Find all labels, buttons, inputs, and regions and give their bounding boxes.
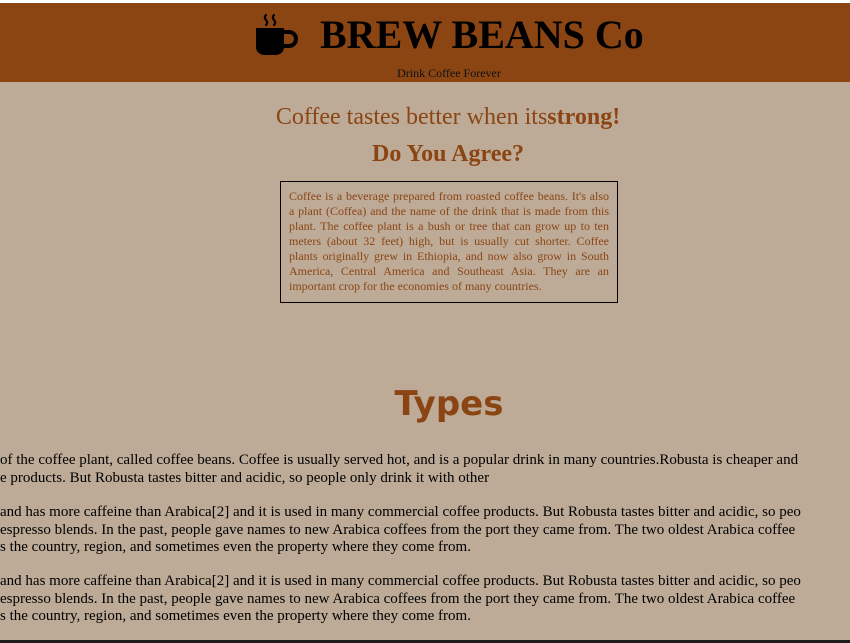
brand-title: BREW BEANS Co — [320, 12, 644, 57]
paragraph-line: and has more caffeine than Arabica[2] an… — [0, 573, 801, 589]
types-paragraph-2: and has more caffeine than Arabica[2] an… — [0, 504, 801, 557]
paragraph-line: of the coffee plant, called coffee beans… — [0, 452, 799, 468]
paragraph-line: espresso blends. In the past, people gav… — [0, 521, 796, 538]
paragraph-line: espresso blends. In the past, people gav… — [0, 590, 796, 607]
paragraph-line: s the country, region, and sometimes eve… — [0, 539, 471, 555]
paragraph-line: and has more caffeine than Arabica[2] an… — [0, 504, 801, 520]
brand: BREW BEANS Co — [252, 13, 644, 57]
tagline: Drink Coffee Forever — [397, 66, 501, 80]
paragraph-line: s the country, region, and sometimes eve… — [0, 608, 471, 624]
question-heading: Do You Agree? — [372, 141, 524, 167]
types-heading: Types — [394, 384, 504, 424]
coffee-info-box: Coffee is a beverage prepared from roast… — [280, 181, 618, 303]
page: BREW BEANS Co Drink Coffee Forever Coffe… — [0, 0, 850, 643]
types-paragraph-3: and has more caffeine than Arabica[2] an… — [0, 573, 801, 626]
headline-emphasis: strong! — [547, 104, 621, 130]
types-paragraph-1: of the coffee plant, called coffee beans… — [0, 452, 798, 487]
site-header: BREW BEANS Co Drink Coffee Forever — [0, 3, 850, 82]
paragraph-line: e products. But Robusta tastes bitter an… — [0, 469, 490, 486]
headline-text: Coffee tastes better when its — [275, 104, 548, 130]
coffee-cup-icon — [252, 13, 299, 57]
headline: Coffee tastes better when itsstrong! — [0, 104, 850, 131]
